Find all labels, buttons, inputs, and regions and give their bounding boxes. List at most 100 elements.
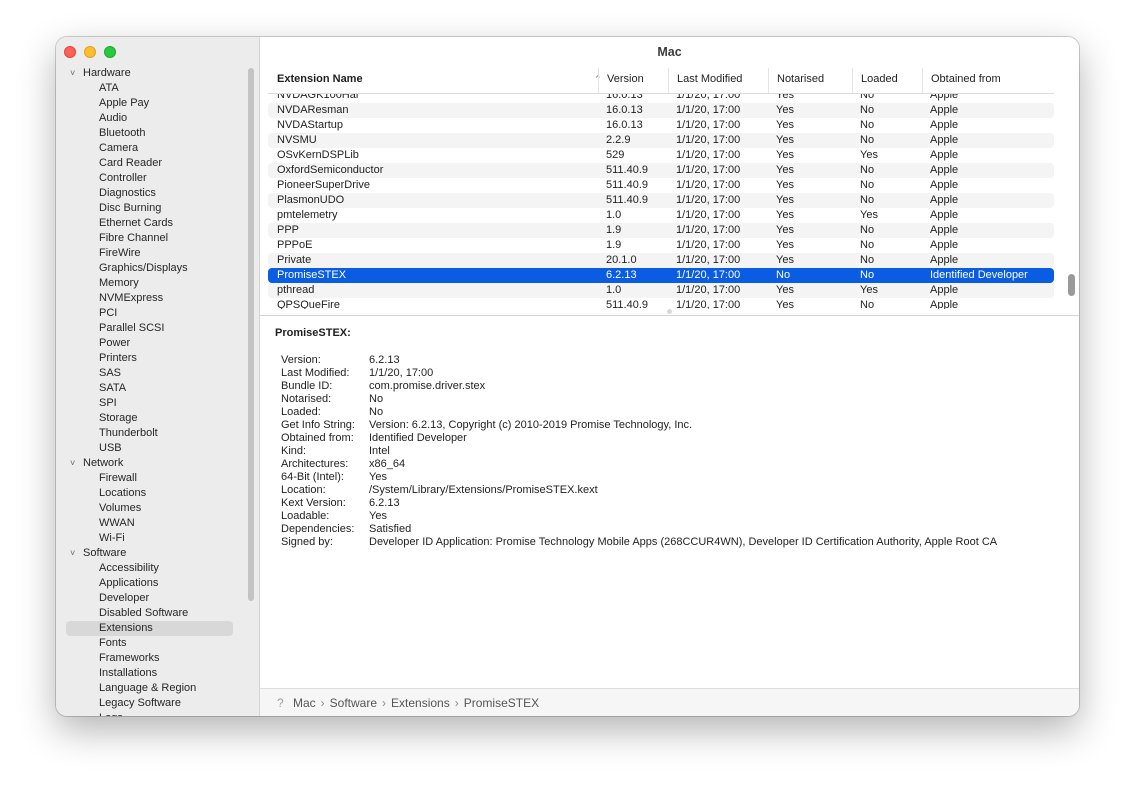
table-row[interactable]: NVSMU 2.2.9 1/1/20, 17:00 Yes No Apple — [268, 133, 1054, 148]
detail-field-value: Yes — [369, 471, 387, 483]
table-row[interactable]: PromiseSTEX 6.2.13 1/1/20, 17:00 No No Identi… — [268, 268, 1054, 283]
pane-splitter[interactable] — [260, 315, 1079, 316]
table-row[interactable]: Private 20.1.0 1/1/20, 17:00 Yes No Apple — [268, 253, 1054, 268]
table-row[interactable]: PPPoE 1.9 1/1/20, 17:00 Yes No Apple — [268, 238, 1054, 253]
sidebar-item-pci[interactable]: PCI — [56, 306, 259, 321]
close-window-button[interactable] — [64, 46, 76, 58]
sidebar-item-power[interactable]: Power — [56, 336, 259, 351]
sidebar-item-language-region[interactable]: Language & Region — [56, 681, 259, 696]
detail-field-kext-version: Kext Version: 6.2.13 — [281, 497, 997, 510]
sidebar-group-software[interactable]: ˅ Software — [56, 546, 259, 561]
sidebar-item-graphics-displays[interactable]: Graphics/Displays — [56, 261, 259, 276]
sidebar-item-memory[interactable]: Memory — [56, 276, 259, 291]
sidebar-item-label: Legacy Software — [99, 697, 181, 709]
cell-last-modified: 1/1/20, 17:00 — [676, 164, 741, 176]
sidebar-group-label: Hardware — [83, 67, 131, 79]
sidebar-item-installations[interactable]: Installations — [56, 666, 259, 681]
sidebar-item-sata[interactable]: SATA — [56, 381, 259, 396]
sidebar-item-parallel-scsi[interactable]: Parallel SCSI — [56, 321, 259, 336]
column-header-last-modified[interactable]: Last Modified — [668, 68, 768, 93]
sidebar-item-spi[interactable]: SPI — [56, 396, 259, 411]
sidebar-item-label: Fonts — [99, 637, 127, 649]
detail-field-label: Last Modified: — [281, 367, 350, 379]
sidebar-item-disabled-software[interactable]: Disabled Software — [56, 606, 259, 621]
sidebar-item-fibre-channel[interactable]: Fibre Channel — [56, 231, 259, 246]
sidebar-item-label: FireWire — [99, 247, 141, 259]
sidebar-item-card-reader[interactable]: Card Reader — [56, 156, 259, 171]
cell-extension-name: QPSQueFire — [277, 299, 340, 309]
sidebar-item-nvmexpress[interactable]: NVMExpress — [56, 291, 259, 306]
breadcrumb-item-software[interactable]: Software — [330, 696, 377, 710]
table-row[interactable]: PlasmonUDO 511.40.9 1/1/20, 17:00 Yes No Appl… — [268, 193, 1054, 208]
chevron-down-icon[interactable]: ˅ — [70, 456, 75, 471]
cell-version: 2.2.9 — [606, 134, 631, 146]
column-header-notarised[interactable]: Notarised — [768, 68, 852, 93]
table-row[interactable]: PioneerSuperDrive 511.40.9 1/1/20, 17:00 Ye… — [268, 178, 1054, 193]
sidebar-item-printers[interactable]: Printers — [56, 351, 259, 366]
minimize-window-button[interactable] — [84, 46, 96, 58]
table-row[interactable]: PPP 1.9 1/1/20, 17:00 Yes No Apple — [268, 223, 1054, 238]
sidebar-item-thunderbolt[interactable]: Thunderbolt — [56, 426, 259, 441]
sidebar-item-fonts[interactable]: Fonts — [56, 636, 259, 651]
sidebar-item-wwan[interactable]: WWAN — [56, 516, 259, 531]
split-handle[interactable] — [667, 309, 672, 314]
table-scrollbar[interactable] — [1068, 274, 1075, 296]
sidebar-item-sas[interactable]: SAS — [56, 366, 259, 381]
breadcrumb-item-extensions[interactable]: Extensions — [391, 696, 450, 710]
column-header-loaded[interactable]: Loaded — [852, 68, 922, 93]
sidebar-item-firewall[interactable]: Firewall — [56, 471, 259, 486]
sidebar-item-ethernet-cards[interactable]: Ethernet Cards — [56, 216, 259, 231]
sidebar-item-wi-fi[interactable]: Wi-Fi — [56, 531, 259, 546]
sidebar-item-label: Storage — [99, 412, 138, 424]
sidebar-scrollbar[interactable] — [248, 68, 254, 601]
sidebar-item-label: Ethernet Cards — [99, 217, 173, 229]
sidebar-group-hardware[interactable]: ˅ Hardware — [56, 66, 259, 81]
detail-field-value: /System/Library/Extensions/PromiseSTEX.k… — [369, 484, 598, 496]
cell-last-modified: 1/1/20, 17:00 — [676, 134, 741, 146]
sidebar-item-ata[interactable]: ATA — [56, 81, 259, 96]
table-row[interactable]: OSvKernDSPLib 529 1/1/20, 17:00 Yes Yes Apple — [268, 148, 1054, 163]
table-row[interactable]: NVDAGK100Hal 16.0.13 1/1/20, 17:00 Yes No App… — [268, 94, 1054, 103]
sidebar-item-frameworks[interactable]: Frameworks — [56, 651, 259, 666]
sidebar-item-logs[interactable]: Logs — [56, 711, 259, 716]
sidebar-item-camera[interactable]: Camera — [56, 141, 259, 156]
help-icon[interactable]: ? — [277, 689, 284, 716]
sidebar-item-label: Graphics/Displays — [99, 262, 188, 274]
sidebar-item-applications[interactable]: Applications — [56, 576, 259, 591]
sidebar-item-bluetooth[interactable]: Bluetooth — [56, 126, 259, 141]
sidebar-item-usb[interactable]: USB — [56, 441, 259, 456]
breadcrumb-item-promisestex[interactable]: PromiseSTEX — [464, 696, 539, 710]
table-row[interactable]: pthread 1.0 1/1/20, 17:00 Yes Yes Apple — [268, 283, 1054, 298]
zoom-window-button[interactable] — [104, 46, 116, 58]
sidebar-item-extensions[interactable]: Extensions — [56, 621, 259, 636]
sidebar-item-diagnostics[interactable]: Diagnostics — [56, 186, 259, 201]
sidebar-item-controller[interactable]: Controller — [56, 171, 259, 186]
sidebar-item-locations[interactable]: Locations — [56, 486, 259, 501]
sidebar-item-legacy-software[interactable]: Legacy Software — [56, 696, 259, 711]
sidebar-item-firewire[interactable]: FireWire — [56, 246, 259, 261]
column-header-obtained-from[interactable]: Obtained from — [922, 68, 1054, 93]
table-row[interactable]: NVDAResman 16.0.13 1/1/20, 17:00 Yes No Apple — [268, 103, 1054, 118]
chevron-down-icon[interactable]: ˅ — [70, 66, 75, 81]
table-row[interactable]: OxfordSemiconductor 511.40.9 1/1/20, 17:00… — [268, 163, 1054, 178]
table-row[interactable]: QPSQueFire 511.40.9 1/1/20, 17:00 Yes No Appl… — [268, 298, 1054, 309]
cell-notarised: Yes — [776, 119, 794, 131]
breadcrumb-item-mac[interactable]: Mac — [293, 696, 316, 710]
sidebar-item-accessibility[interactable]: Accessibility — [56, 561, 259, 576]
table-row[interactable]: pmtelemetry 1.0 1/1/20, 17:00 Yes Yes Apple — [268, 208, 1054, 223]
cell-obtained-from: Apple — [930, 284, 959, 296]
cell-obtained-from: Apple — [930, 299, 959, 309]
sidebar-item-disc-burning[interactable]: Disc Burning — [56, 201, 259, 216]
sidebar-item-volumes[interactable]: Volumes — [56, 501, 259, 516]
chevron-down-icon[interactable]: ˅ — [70, 546, 75, 561]
sidebar-group-network[interactable]: ˅ Network — [56, 456, 259, 471]
sidebar-item-label: Card Reader — [99, 157, 162, 169]
column-header-extension-name[interactable]: Extension Name — [268, 68, 598, 93]
column-header-version[interactable]: Version — [598, 68, 668, 93]
table-row[interactable]: NVDAStartup 16.0.13 1/1/20, 17:00 Yes No Appl… — [268, 118, 1054, 133]
sidebar-item-developer[interactable]: Developer — [56, 591, 259, 606]
sidebar-item-storage[interactable]: Storage — [56, 411, 259, 426]
detail-field-dependencies: Dependencies: Satisfied — [281, 523, 997, 536]
sidebar-item-apple-pay[interactable]: Apple Pay — [56, 96, 259, 111]
sidebar-item-audio[interactable]: Audio — [56, 111, 259, 126]
